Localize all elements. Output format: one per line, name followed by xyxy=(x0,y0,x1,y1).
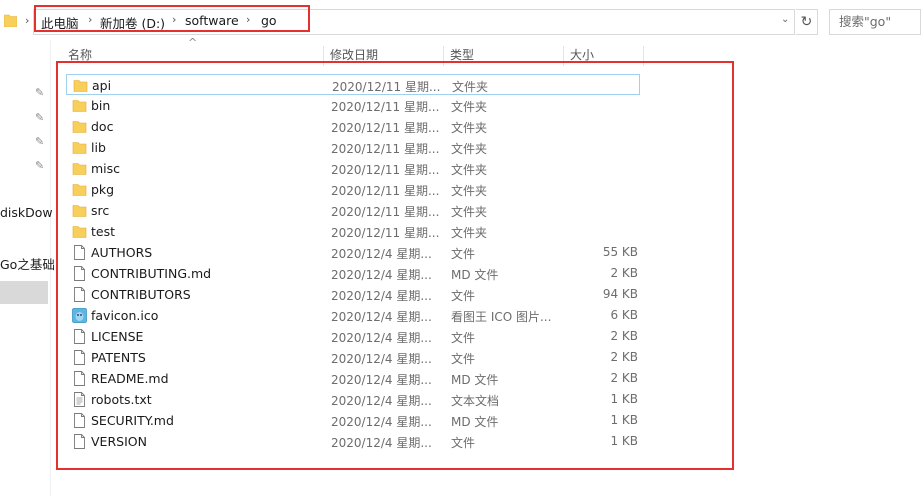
nav-item-go-basics[interactable]: Go之基础 xyxy=(0,254,55,273)
pin-icon[interactable]: ✎ xyxy=(35,159,44,172)
chevron-down-icon[interactable]: ⌄ xyxy=(781,14,789,25)
search-input[interactable]: 搜索"go" xyxy=(829,9,921,35)
refresh-icon[interactable]: ↻ xyxy=(796,9,818,35)
annotation-box xyxy=(56,61,734,470)
annotation-box xyxy=(34,5,310,32)
nav-item-selected[interactable] xyxy=(0,281,48,304)
pin-icon[interactable]: ✎ xyxy=(35,86,44,99)
chevron-right-icon[interactable]: › xyxy=(25,14,29,27)
folder-icon xyxy=(3,13,18,28)
pin-icon[interactable]: ✎ xyxy=(35,111,44,124)
nav-item-diskdow[interactable]: diskDow xyxy=(0,205,53,220)
pin-icon[interactable]: ✎ xyxy=(35,135,44,148)
